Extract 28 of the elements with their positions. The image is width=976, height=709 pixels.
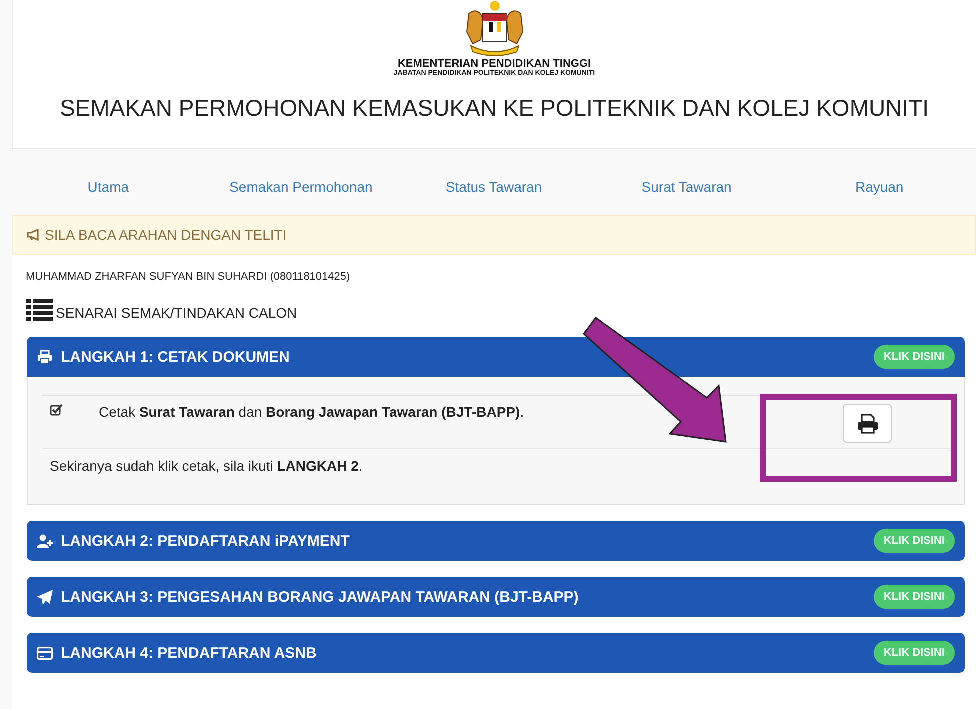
step-header[interactable]: LANGKAH 4: PENDAFTARAN ASNB KLIK DISINI — [27, 633, 965, 673]
paper-plane-icon — [37, 590, 53, 604]
checklist-title: SENARAI SEMAK/TINDAKAN CALON — [56, 305, 298, 321]
megaphone-icon — [27, 229, 41, 241]
nav-link[interactable]: Surat Tawaran — [590, 169, 784, 215]
task-text: Cetak Surat Tawaran dan Borang Jawapan Tawaran (BJT-BAPP). — [99, 404, 526, 420]
list-icon — [26, 299, 53, 321]
user-plus-icon — [37, 534, 53, 548]
step-header[interactable]: LANGKAH 2: PENDAFTARAN iPAYMENT KLIK DISINI — [27, 521, 965, 561]
step-title: LANGKAH 3: PENGESAHAN BORANG JAWAPAN TAWARAN (BJT-BAPP) — [61, 588, 580, 606]
nav-link[interactable]: Utama — [12, 169, 205, 215]
nav-link[interactable]: Status Tawaran — [398, 169, 590, 215]
nav-link[interactable]: Rayuan — [783, 169, 976, 215]
notice-text: SILA BACA ARAHAN DENGAN TELITI — [45, 227, 287, 243]
candidate-name: MUHAMMAD ZHARFAN SUFYAN BIN SUHARDI (080118101425) — [26, 271, 352, 283]
step-note: Sekiranya sudah klik cetak, sila ikuti LANGKAH 2. — [50, 458, 364, 474]
step-title: LANGKAH 2: PENDAFTARAN iPAYMENT — [61, 532, 351, 550]
step-title: LANGKAH 1: CETAK DOKUMEN — [61, 348, 291, 366]
ministry-name: KEMENTERIAN PENDIDIKAN TINGGI — [398, 58, 592, 70]
print-button[interactable] — [843, 404, 892, 443]
step-header[interactable]: LANGKAH 1: CETAK DOKUMEN KLIK DISINI — [27, 337, 965, 377]
nav-link[interactable]: Semakan Permohonan — [204, 169, 398, 215]
printer-icon — [37, 350, 53, 364]
step-header[interactable]: LANGKAH 3: PENGESAHAN BORANG JAWAPAN TAWARAN (BJT-BAPP) KLIK DISINI — [27, 577, 965, 617]
step-title: LANGKAH 4: PENDAFTARAN ASNB — [61, 644, 318, 662]
printer-icon — [856, 414, 878, 434]
credit-card-icon — [37, 646, 53, 660]
page-title: SEMAKAN PERMOHONAN KEMASUKAN KE POLITEKNIK DAN KOLEJ KOMUNITI — [60, 95, 930, 122]
